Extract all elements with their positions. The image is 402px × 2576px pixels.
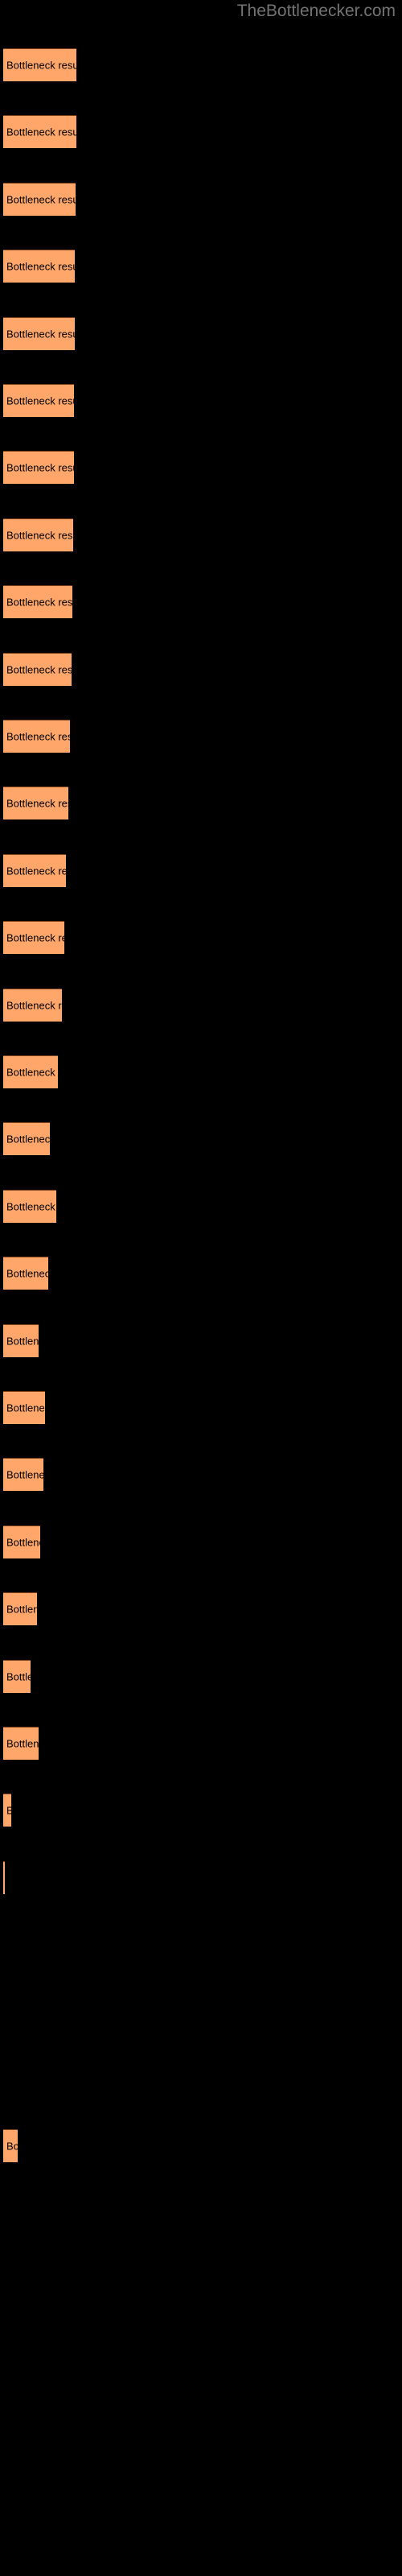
bar[interactable]: Bottleneck result xyxy=(3,316,75,350)
bar-row: Bottleneck result xyxy=(0,1122,402,1156)
bar-row: Bottleneck result xyxy=(0,720,402,753)
bar[interactable]: Bottleneck result xyxy=(3,1458,43,1492)
bar-row: Bottleneck result xyxy=(0,182,402,216)
bar-row: Bottleneck result xyxy=(0,1257,402,1290)
bar-label: Bottleneck result xyxy=(6,1737,39,1750)
bar-label: Bottleneck result xyxy=(6,1133,50,1146)
bar[interactable]: Bottleneck result xyxy=(3,48,76,81)
bar-row: Bottleneck result xyxy=(0,786,402,820)
bar-label: Bottleneck result xyxy=(6,596,72,609)
bar[interactable]: Bottleneck result xyxy=(3,921,64,955)
bar[interactable]: Bottleneck result xyxy=(3,1055,58,1088)
bar-row: Bottleneck result xyxy=(0,1323,402,1357)
bar-label: Bottleneck result xyxy=(6,1603,37,1616)
bar[interactable]: Bottleneck result xyxy=(3,1391,45,1424)
bar-label: Bottleneck result xyxy=(6,394,74,407)
bar-row: Bottleneck result xyxy=(0,1659,402,1693)
bar-label: Bottleneck result xyxy=(6,999,62,1012)
bar-label: Bottleneck result xyxy=(6,2140,18,2153)
bar-label: Bottleneck result xyxy=(6,59,76,72)
bar[interactable]: Bottleneck result xyxy=(3,1794,11,1827)
bar-row: Bottleneck result xyxy=(0,1458,402,1492)
bar[interactable]: Bottleneck result xyxy=(3,652,72,686)
bar-label: Bottleneck result xyxy=(6,1805,11,1817)
bar-row: Bottleneck result xyxy=(0,1391,402,1424)
bar[interactable]: Bottleneck result xyxy=(3,853,66,887)
bar-row: Bottleneck result xyxy=(0,451,402,485)
bar-row: Bottleneck result xyxy=(0,384,402,417)
bar[interactable]: Bottleneck result xyxy=(3,1257,48,1290)
bar[interactable]: Bottleneck result xyxy=(3,786,68,820)
bar-label: Bottleneck result xyxy=(6,1468,43,1481)
bar-label: Bottleneck result xyxy=(6,1267,48,1280)
bar-row: Bottleneck result xyxy=(0,2129,402,2163)
bar-label: Bottleneck result xyxy=(6,328,75,341)
bar[interactable]: Bottleneck result xyxy=(3,384,74,417)
bar-label: Bottleneck result xyxy=(6,1670,31,1683)
bar-label: Bottleneck result xyxy=(6,260,75,273)
bar-label: Bottleneck result xyxy=(6,1200,56,1213)
bar-label: Bottleneck result xyxy=(6,931,64,944)
bar[interactable]: Bottleneck result xyxy=(3,518,73,551)
bar[interactable]: Bottleneck result xyxy=(3,2129,18,2163)
bar-row: Bottleneck result xyxy=(0,853,402,887)
bar-label: Bottleneck result xyxy=(6,865,66,877)
bottleneck-chart: TheBottlenecker.com Bottleneck result Bot… xyxy=(0,0,402,2576)
bar-row: Bottleneck result xyxy=(0,1525,402,1558)
bar-label: Bottleneck result xyxy=(6,663,72,676)
bar[interactable]: Bottleneck result xyxy=(3,1727,39,1760)
bar-row: Bottleneck result xyxy=(0,1592,402,1626)
bar[interactable]: Bottleneck result xyxy=(3,115,76,149)
bar-row: Bottleneck result xyxy=(0,1189,402,1223)
bar-label: Bottleneck result xyxy=(6,1066,58,1079)
bar-row: Bottleneck result xyxy=(0,1727,402,1760)
bar-list: Bottleneck result Bottleneck result Bottle… xyxy=(0,0,402,2576)
bar-label: Bottleneck result xyxy=(6,1402,45,1414)
bar-label: Bottleneck result xyxy=(6,529,73,542)
bar[interactable]: Bottleneck result xyxy=(3,451,74,485)
bar-row: Bottleneck result xyxy=(0,48,402,81)
bar[interactable]: Bottleneck result xyxy=(3,1659,31,1693)
bar-row: Bottleneck result xyxy=(0,921,402,955)
bar-row: Bottleneck result xyxy=(0,250,402,283)
bar-row: Bottleneck result xyxy=(0,585,402,619)
bar-row: Bottleneck result xyxy=(0,1860,402,1894)
bar[interactable]: Bottleneck result xyxy=(3,182,76,216)
bar-label: Bottleneck result xyxy=(6,193,76,206)
bar[interactable]: Bottleneck result xyxy=(3,585,72,619)
bar-label: Bottleneck result xyxy=(6,1536,40,1549)
bar-row: Bottleneck result xyxy=(0,652,402,686)
bar-row: Bottleneck result xyxy=(0,115,402,149)
bar-label: Bottleneck result xyxy=(6,730,70,743)
bar-row: Bottleneck result xyxy=(0,988,402,1022)
bar-row: Bottleneck result xyxy=(0,518,402,551)
bar[interactable]: Bottleneck result xyxy=(3,1189,56,1223)
bar-row: Bottleneck result xyxy=(0,1055,402,1088)
bar-label: Bottleneck result xyxy=(6,1335,39,1348)
bar-row: Bottleneck result xyxy=(0,1928,402,1961)
bar[interactable]: Bottleneck result xyxy=(3,1323,39,1357)
bar-label: Bottleneck result xyxy=(6,797,68,810)
bar[interactable]: Bottleneck result xyxy=(3,1860,5,1894)
bar[interactable]: Bottleneck result xyxy=(3,1592,37,1626)
bar[interactable]: Bottleneck result xyxy=(3,720,70,753)
bar[interactable]: Bottleneck result xyxy=(3,1525,40,1558)
bar-label: Bottleneck result xyxy=(6,461,74,474)
bar[interactable]: Bottleneck result xyxy=(3,988,62,1022)
bar-row: Bottleneck result xyxy=(0,316,402,350)
bar-row: Bottleneck result xyxy=(0,1794,402,1827)
bar-row: Bottleneck result xyxy=(0,1996,402,2029)
bar-row: Bottleneck result xyxy=(0,2062,402,2095)
bar[interactable]: Bottleneck result xyxy=(3,250,75,283)
bar[interactable]: Bottleneck result xyxy=(3,1122,50,1156)
bar-label: Bottleneck result xyxy=(6,126,76,138)
